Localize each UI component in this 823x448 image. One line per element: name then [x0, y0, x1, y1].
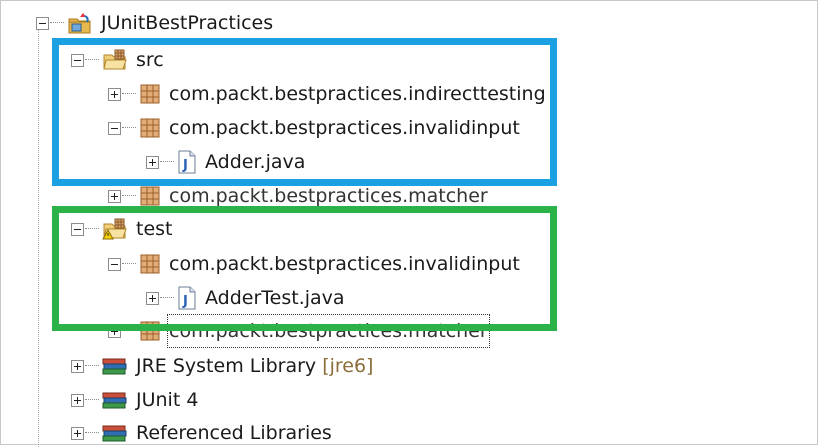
- library-label: JRE System Library: [136, 355, 317, 377]
- project-label: JUnitBestPractices: [101, 12, 274, 34]
- tree-connector: [85, 399, 99, 401]
- src-highlight-box: [52, 38, 557, 186]
- library-icon: [102, 425, 127, 442]
- tree-item-library[interactable]: Referenced Libraries: [71, 418, 332, 448]
- library-label: JUnit 4: [136, 389, 199, 411]
- collapse-toggle[interactable]: [36, 16, 49, 30]
- tree-connector: [85, 365, 99, 367]
- library-icon: [102, 392, 127, 409]
- jre-version-decorator: [jre6]: [322, 355, 374, 377]
- library-label: Referenced Libraries: [136, 422, 332, 444]
- expand-toggle[interactable]: [71, 393, 84, 407]
- package-icon: [140, 186, 160, 206]
- tree-connector: [122, 195, 136, 197]
- expand-toggle[interactable]: [108, 189, 121, 203]
- tree-item-project[interactable]: JUnitBestPractices: [36, 8, 273, 38]
- tree-item-library[interactable]: JRE System Library [jre6]: [71, 351, 373, 381]
- java-project-icon: [68, 13, 91, 34]
- tree-item-library[interactable]: JUnit 4: [71, 385, 198, 415]
- tree-guide-line: [38, 20, 40, 447]
- tree-connector: [50, 22, 64, 24]
- library-icon: [102, 358, 127, 375]
- tree-connector: [85, 432, 99, 434]
- expand-toggle[interactable]: [71, 359, 84, 373]
- test-highlight-box: [52, 206, 557, 331]
- expand-toggle[interactable]: [71, 426, 84, 440]
